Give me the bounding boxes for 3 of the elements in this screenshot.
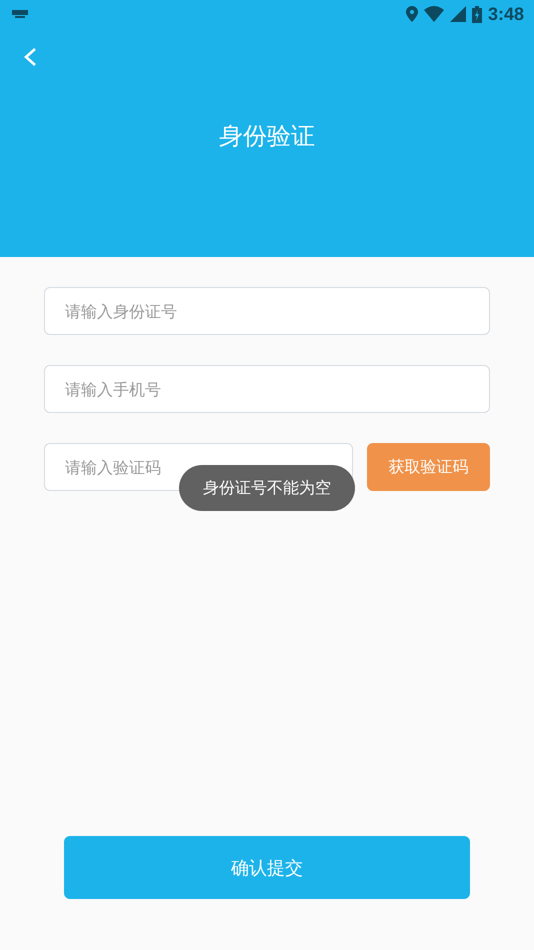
status-time: 3:48 (488, 4, 524, 24)
error-toast: 身份证号不能为空 (179, 465, 355, 511)
page-title: 身份验证 (219, 121, 315, 152)
